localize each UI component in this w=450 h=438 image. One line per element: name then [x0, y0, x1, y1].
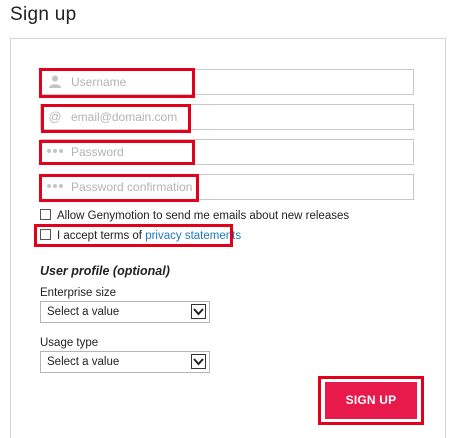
username-field[interactable] — [40, 69, 414, 95]
sign-up-button[interactable]: SIGN UP — [325, 382, 417, 419]
page-title: Sign up — [10, 4, 77, 25]
email-input[interactable] — [71, 108, 391, 126]
chevron-down-icon[interactable] — [191, 304, 206, 319]
enterprise-size-value: Select a value — [47, 306, 120, 318]
usage-type-label: Usage type — [40, 337, 99, 349]
password-input[interactable] — [71, 143, 391, 161]
accept-terms-label: I accept terms of — [57, 230, 146, 242]
password-field[interactable] — [40, 139, 414, 165]
password-dots-icon — [46, 144, 64, 160]
user-profile-heading: User profile (optional) — [40, 264, 170, 278]
privacy-link[interactable]: privacy statements — [145, 230, 241, 242]
password-dots-icon — [46, 179, 64, 195]
username-input[interactable] — [71, 73, 391, 91]
usage-type-value: Select a value — [47, 356, 120, 368]
usage-type-select[interactable]: Select a value — [40, 351, 210, 373]
enterprise-size-select[interactable]: Select a value — [40, 301, 210, 323]
accept-terms-row[interactable]: I accept terms of privacy statements — [40, 229, 241, 243]
allow-emails-checkbox[interactable] — [40, 209, 51, 220]
chevron-down-icon[interactable] — [191, 354, 206, 369]
password-confirm-input[interactable] — [71, 178, 391, 196]
at-icon: @ — [48, 109, 62, 124]
allow-emails-label: Allow Genymotion to send me emails about… — [57, 210, 350, 222]
accept-terms-checkbox[interactable] — [40, 229, 51, 240]
email-field[interactable]: @ — [40, 104, 414, 130]
enterprise-size-label: Enterprise size — [40, 287, 117, 299]
password-confirm-field[interactable] — [40, 174, 414, 200]
allow-emails-row[interactable]: Allow Genymotion to send me emails about… — [40, 209, 349, 223]
user-icon — [46, 74, 64, 90]
